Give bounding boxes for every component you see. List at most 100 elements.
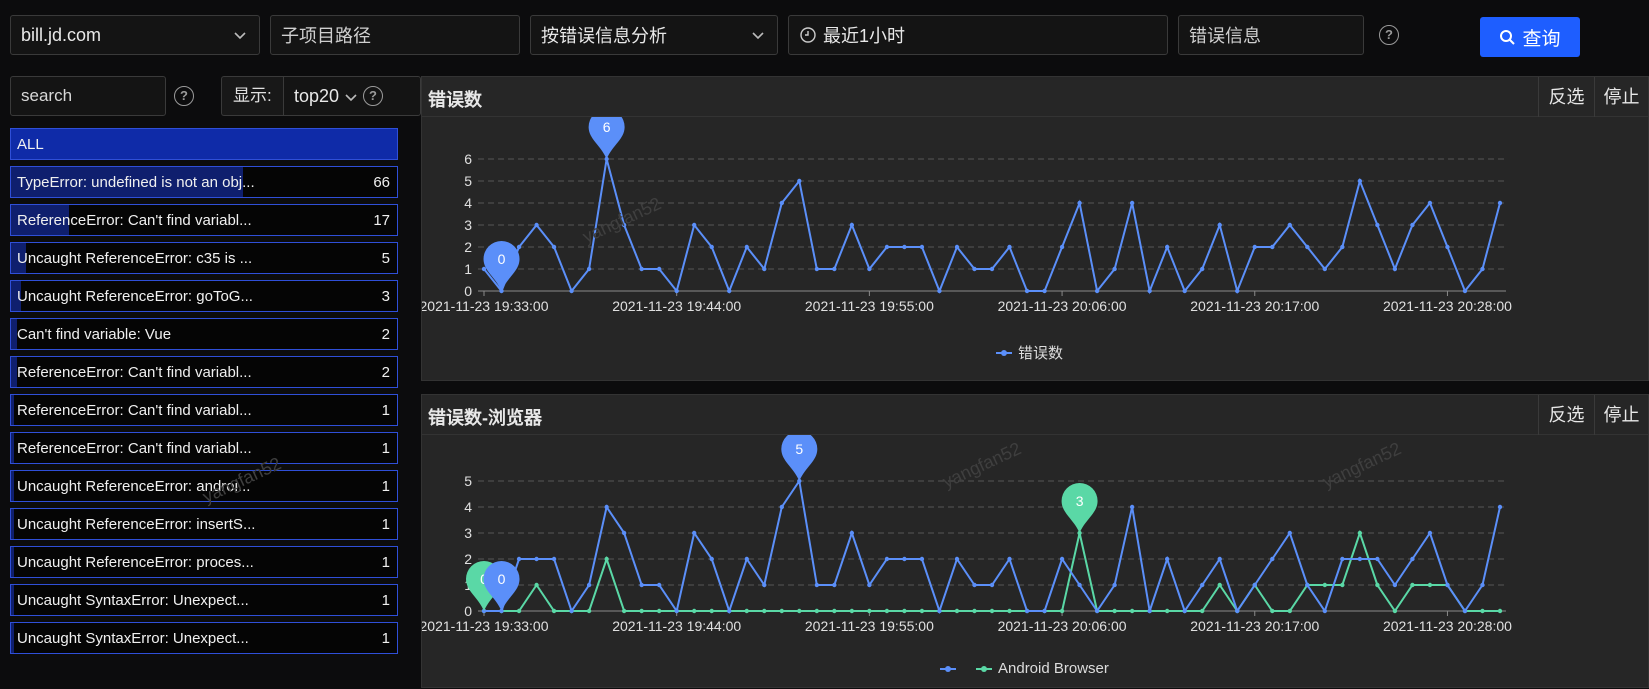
data-point bbox=[1164, 608, 1170, 614]
error-item-label: Uncaught SyntaxError: Unexpect... bbox=[17, 592, 249, 609]
search-icon bbox=[1500, 29, 1516, 45]
data-point bbox=[762, 582, 767, 588]
data-point bbox=[1497, 200, 1503, 206]
error-message-input[interactable]: 错误信息 bbox=[1178, 15, 1364, 55]
error-count-panel: 错误数 反选 停止 0 1 2 3 4 5 6 2021-11-23 19:33:00 2021… bbox=[421, 76, 1649, 381]
sidebar-search-input[interactable]: search bbox=[10, 76, 166, 116]
error-list-item[interactable]: Uncaught ReferenceError: androi... 1 bbox=[10, 470, 398, 502]
data-point bbox=[779, 608, 784, 614]
error-list-item[interactable]: ReferenceError: Can't find variabl... 1 bbox=[10, 432, 398, 464]
data-point bbox=[1147, 288, 1152, 294]
subpath-placeholder: 子项目路径 bbox=[281, 26, 371, 46]
data-point bbox=[1164, 244, 1170, 250]
data-point bbox=[516, 556, 522, 562]
data-point bbox=[1357, 530, 1363, 536]
data-point bbox=[1252, 244, 1257, 250]
data-point bbox=[832, 582, 837, 588]
query-button[interactable]: 查询 bbox=[1480, 17, 1580, 57]
data-point bbox=[1270, 556, 1275, 562]
error-item-all[interactable]: ALL bbox=[10, 128, 398, 160]
analysis-mode-select[interactable]: 按错误信息分析 bbox=[530, 15, 778, 55]
chart-legend[interactable]: 错误数 bbox=[996, 342, 1063, 363]
x-tick-label: 2021-11-23 19:55:00 bbox=[805, 298, 934, 314]
error-list-item[interactable]: TypeError: undefined is not an obj... 66 bbox=[10, 166, 398, 198]
error-list-item[interactable]: Uncaught ReferenceError: goToG... 3 bbox=[10, 280, 398, 312]
y-tick-label: 2 bbox=[464, 551, 472, 567]
data-point bbox=[1007, 608, 1012, 614]
error-list-item[interactable]: Uncaught ReferenceError: proces... 1 bbox=[10, 546, 398, 578]
error-item-count: 17 bbox=[373, 212, 390, 229]
data-point bbox=[1427, 200, 1433, 206]
show-count-select[interactable]: top20 bbox=[283, 76, 421, 116]
y-tick-label: 5 bbox=[464, 173, 472, 189]
data-point bbox=[1357, 556, 1363, 562]
domain-select[interactable]: bill.jd.com bbox=[10, 15, 260, 55]
data-point bbox=[1129, 504, 1135, 510]
data-point bbox=[1322, 266, 1328, 272]
invert-button[interactable]: 反选 bbox=[1538, 395, 1594, 435]
data-point bbox=[1094, 288, 1100, 294]
data-point bbox=[1480, 582, 1485, 588]
data-point bbox=[727, 608, 732, 614]
error-sidebar: search ? 显示: top20 ? ALL TypeError: undef… bbox=[10, 76, 421, 688]
data-point bbox=[1497, 608, 1503, 614]
error-item-label: ReferenceError: Can't find variabl... bbox=[17, 402, 252, 419]
y-tick-label: 4 bbox=[464, 195, 472, 211]
error-item-label: Uncaught ReferenceError: androi... bbox=[17, 478, 251, 495]
data-point bbox=[1480, 608, 1485, 614]
time-range-picker[interactable]: 最近1小时 bbox=[788, 15, 1168, 55]
error-list-item[interactable]: ReferenceError: Can't find variabl... 1 bbox=[10, 394, 398, 426]
time-range-value: 最近1小时 bbox=[823, 26, 906, 46]
data-point bbox=[744, 608, 749, 614]
data-point bbox=[744, 556, 749, 562]
help-icon[interactable]: ? bbox=[1379, 25, 1399, 45]
data-point bbox=[1322, 582, 1328, 588]
x-tick-label: 2021-11-23 20:28:00 bbox=[1383, 298, 1512, 314]
error-list-item[interactable]: Uncaught SyntaxError: Unexpect... 1 bbox=[10, 584, 398, 616]
data-point bbox=[849, 608, 855, 614]
data-point bbox=[674, 288, 679, 294]
data-point bbox=[1182, 288, 1187, 294]
data-point bbox=[639, 582, 644, 588]
error-list-item[interactable]: Can't find variable: Vue 2 bbox=[10, 318, 398, 350]
browser-error-panel: 错误数-浏览器 反选 停止 0123452021-11-23 19:33:002… bbox=[421, 394, 1649, 688]
y-tick-label: 0 bbox=[464, 283, 472, 299]
data-point bbox=[674, 608, 679, 614]
data-point bbox=[1164, 556, 1170, 562]
invert-button[interactable]: 反选 bbox=[1538, 77, 1594, 117]
error-item-count: 66 bbox=[373, 174, 390, 191]
chart-legend[interactable]: Android Browser bbox=[940, 660, 1109, 677]
data-point bbox=[1024, 288, 1030, 294]
error-item-count: 1 bbox=[381, 630, 390, 647]
stop-button[interactable]: 停止 bbox=[1594, 77, 1648, 117]
data-point bbox=[902, 556, 907, 562]
data-point bbox=[797, 608, 802, 614]
error-list-item[interactable]: Uncaught ReferenceError: insertS... 1 bbox=[10, 508, 398, 540]
data-point bbox=[1445, 244, 1450, 250]
sidebar-search-placeholder: search bbox=[21, 86, 73, 105]
data-point bbox=[1059, 556, 1065, 562]
data-point bbox=[709, 556, 714, 562]
data-point bbox=[621, 222, 627, 228]
error-list-item[interactable]: Uncaught SyntaxError: Unexpect... 1 bbox=[10, 622, 398, 654]
value-marker-pin: 5 bbox=[781, 435, 818, 481]
x-tick-label: 2021-11-23 19:55:00 bbox=[805, 618, 934, 634]
error-list-item[interactable]: ReferenceError: Can't find variabl... 17 bbox=[10, 204, 398, 236]
data-point bbox=[797, 178, 802, 184]
error-item-count: 2 bbox=[381, 326, 390, 343]
data-point bbox=[1007, 556, 1012, 562]
subpath-input[interactable]: 子项目路径 bbox=[270, 15, 520, 55]
data-point bbox=[972, 266, 977, 272]
data-point bbox=[989, 582, 995, 588]
error-list-item[interactable]: Uncaught ReferenceError: c35 is ... 5 bbox=[10, 242, 398, 274]
x-tick-label: 2021-11-23 20:06:00 bbox=[998, 618, 1127, 634]
error-item-label: ReferenceError: Can't find variabl... bbox=[17, 364, 252, 381]
query-label: 查询 bbox=[1522, 28, 1561, 50]
data-point bbox=[849, 222, 855, 228]
help-icon[interactable]: ? bbox=[363, 86, 383, 106]
error-list-item[interactable]: ReferenceError: Can't find variabl... 2 bbox=[10, 356, 398, 388]
count-bar bbox=[11, 395, 15, 425]
help-icon[interactable]: ? bbox=[174, 86, 194, 106]
data-point bbox=[814, 582, 820, 588]
stop-button[interactable]: 停止 bbox=[1594, 395, 1648, 435]
